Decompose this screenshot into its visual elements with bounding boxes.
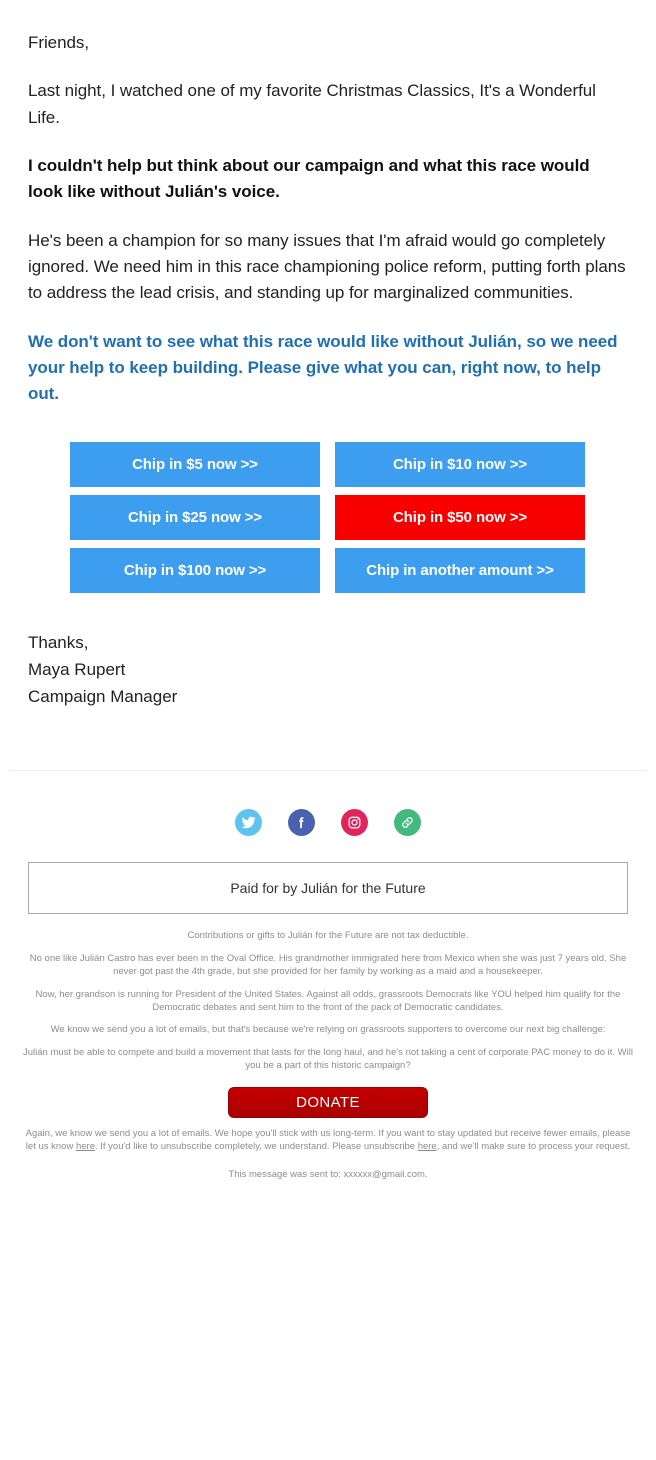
sent-to-address: This message was sent to: xxxxxx@gmail.c… <box>228 1169 428 1181</box>
chip-in-5-button[interactable]: Chip in $5 now >> <box>70 441 320 487</box>
social-links-row <box>14 771 642 862</box>
paragraph-greeting: Friends, <box>28 33 90 52</box>
story-paragraph-4: Julián must be able to compete and build… <box>23 1047 633 1072</box>
chip-in-50-button[interactable]: Chip in $50 now >> <box>335 494 585 540</box>
facebook-icon[interactable] <box>288 809 315 837</box>
donate-button[interactable]: DONATE <box>228 1086 428 1118</box>
unsubscribe-here-link[interactable]: here <box>418 1141 437 1152</box>
chip-in-10-button[interactable]: Chip in $10 now >> <box>335 441 585 487</box>
chip-in-25-button[interactable]: Chip in $25 now >> <box>70 494 320 540</box>
unsubscribe-text-part-2: . If you'd like to unsubscribe completel… <box>94 1140 418 1152</box>
tax-disclaimer: Contributions or gifts to Julián for the… <box>187 930 469 942</box>
signature-name: Maya Rupert <box>28 659 126 679</box>
paid-for-by-text: Paid for by Julián for the Future <box>230 880 426 897</box>
paragraph-intro: Last night, I watched one of my favorite… <box>28 81 596 127</box>
email-body: Friends, Last night, I watched one of my… <box>0 0 656 1180</box>
unsubscribe-text: Again, we know we send you a lot of emai… <box>14 1118 642 1154</box>
chip-in-another-amount-button[interactable]: Chip in another amount >> <box>335 547 585 593</box>
twitter-icon[interactable] <box>235 809 262 837</box>
link-icon[interactable] <box>394 809 421 837</box>
signature-title: Campaign Manager <box>28 687 178 707</box>
paragraph-issues: He's been a champion for so many issues … <box>28 230 626 303</box>
signature-block: Thanks, Maya Rupert Campaign Manager <box>0 593 656 711</box>
donation-button-grid: Chip in $5 now >> Chip in $10 now >> Chi… <box>70 434 586 593</box>
paragraph-ask: We don't want to see what this race woul… <box>28 331 618 404</box>
message-content: Friends, Last night, I watched one of my… <box>0 0 656 408</box>
story-paragraph-3: We know we send you a lot of emails, but… <box>50 1024 606 1036</box>
email-footer: Paid for by Julián for the Future Contri… <box>0 771 656 1180</box>
story-paragraph-2: Now, her grandson is running for Preside… <box>35 988 621 1013</box>
signature-closing: Thanks, <box>28 632 89 652</box>
chip-in-100-button[interactable]: Chip in $100 now >> <box>70 547 320 593</box>
fewer-emails-here-link[interactable]: here <box>76 1141 95 1152</box>
donate-button-wrapper: DONATE <box>14 1073 642 1118</box>
paragraph-hook: I couldn't help but think about our camp… <box>28 156 590 202</box>
instagram-icon[interactable] <box>341 809 368 837</box>
unsubscribe-text-part-3: , and we'll make sure to process your re… <box>436 1140 631 1152</box>
story-paragraph-1: No one like Julián Castro has ever been … <box>29 953 627 977</box>
paid-for-by-box: Paid for by Julián for the Future <box>28 862 628 915</box>
